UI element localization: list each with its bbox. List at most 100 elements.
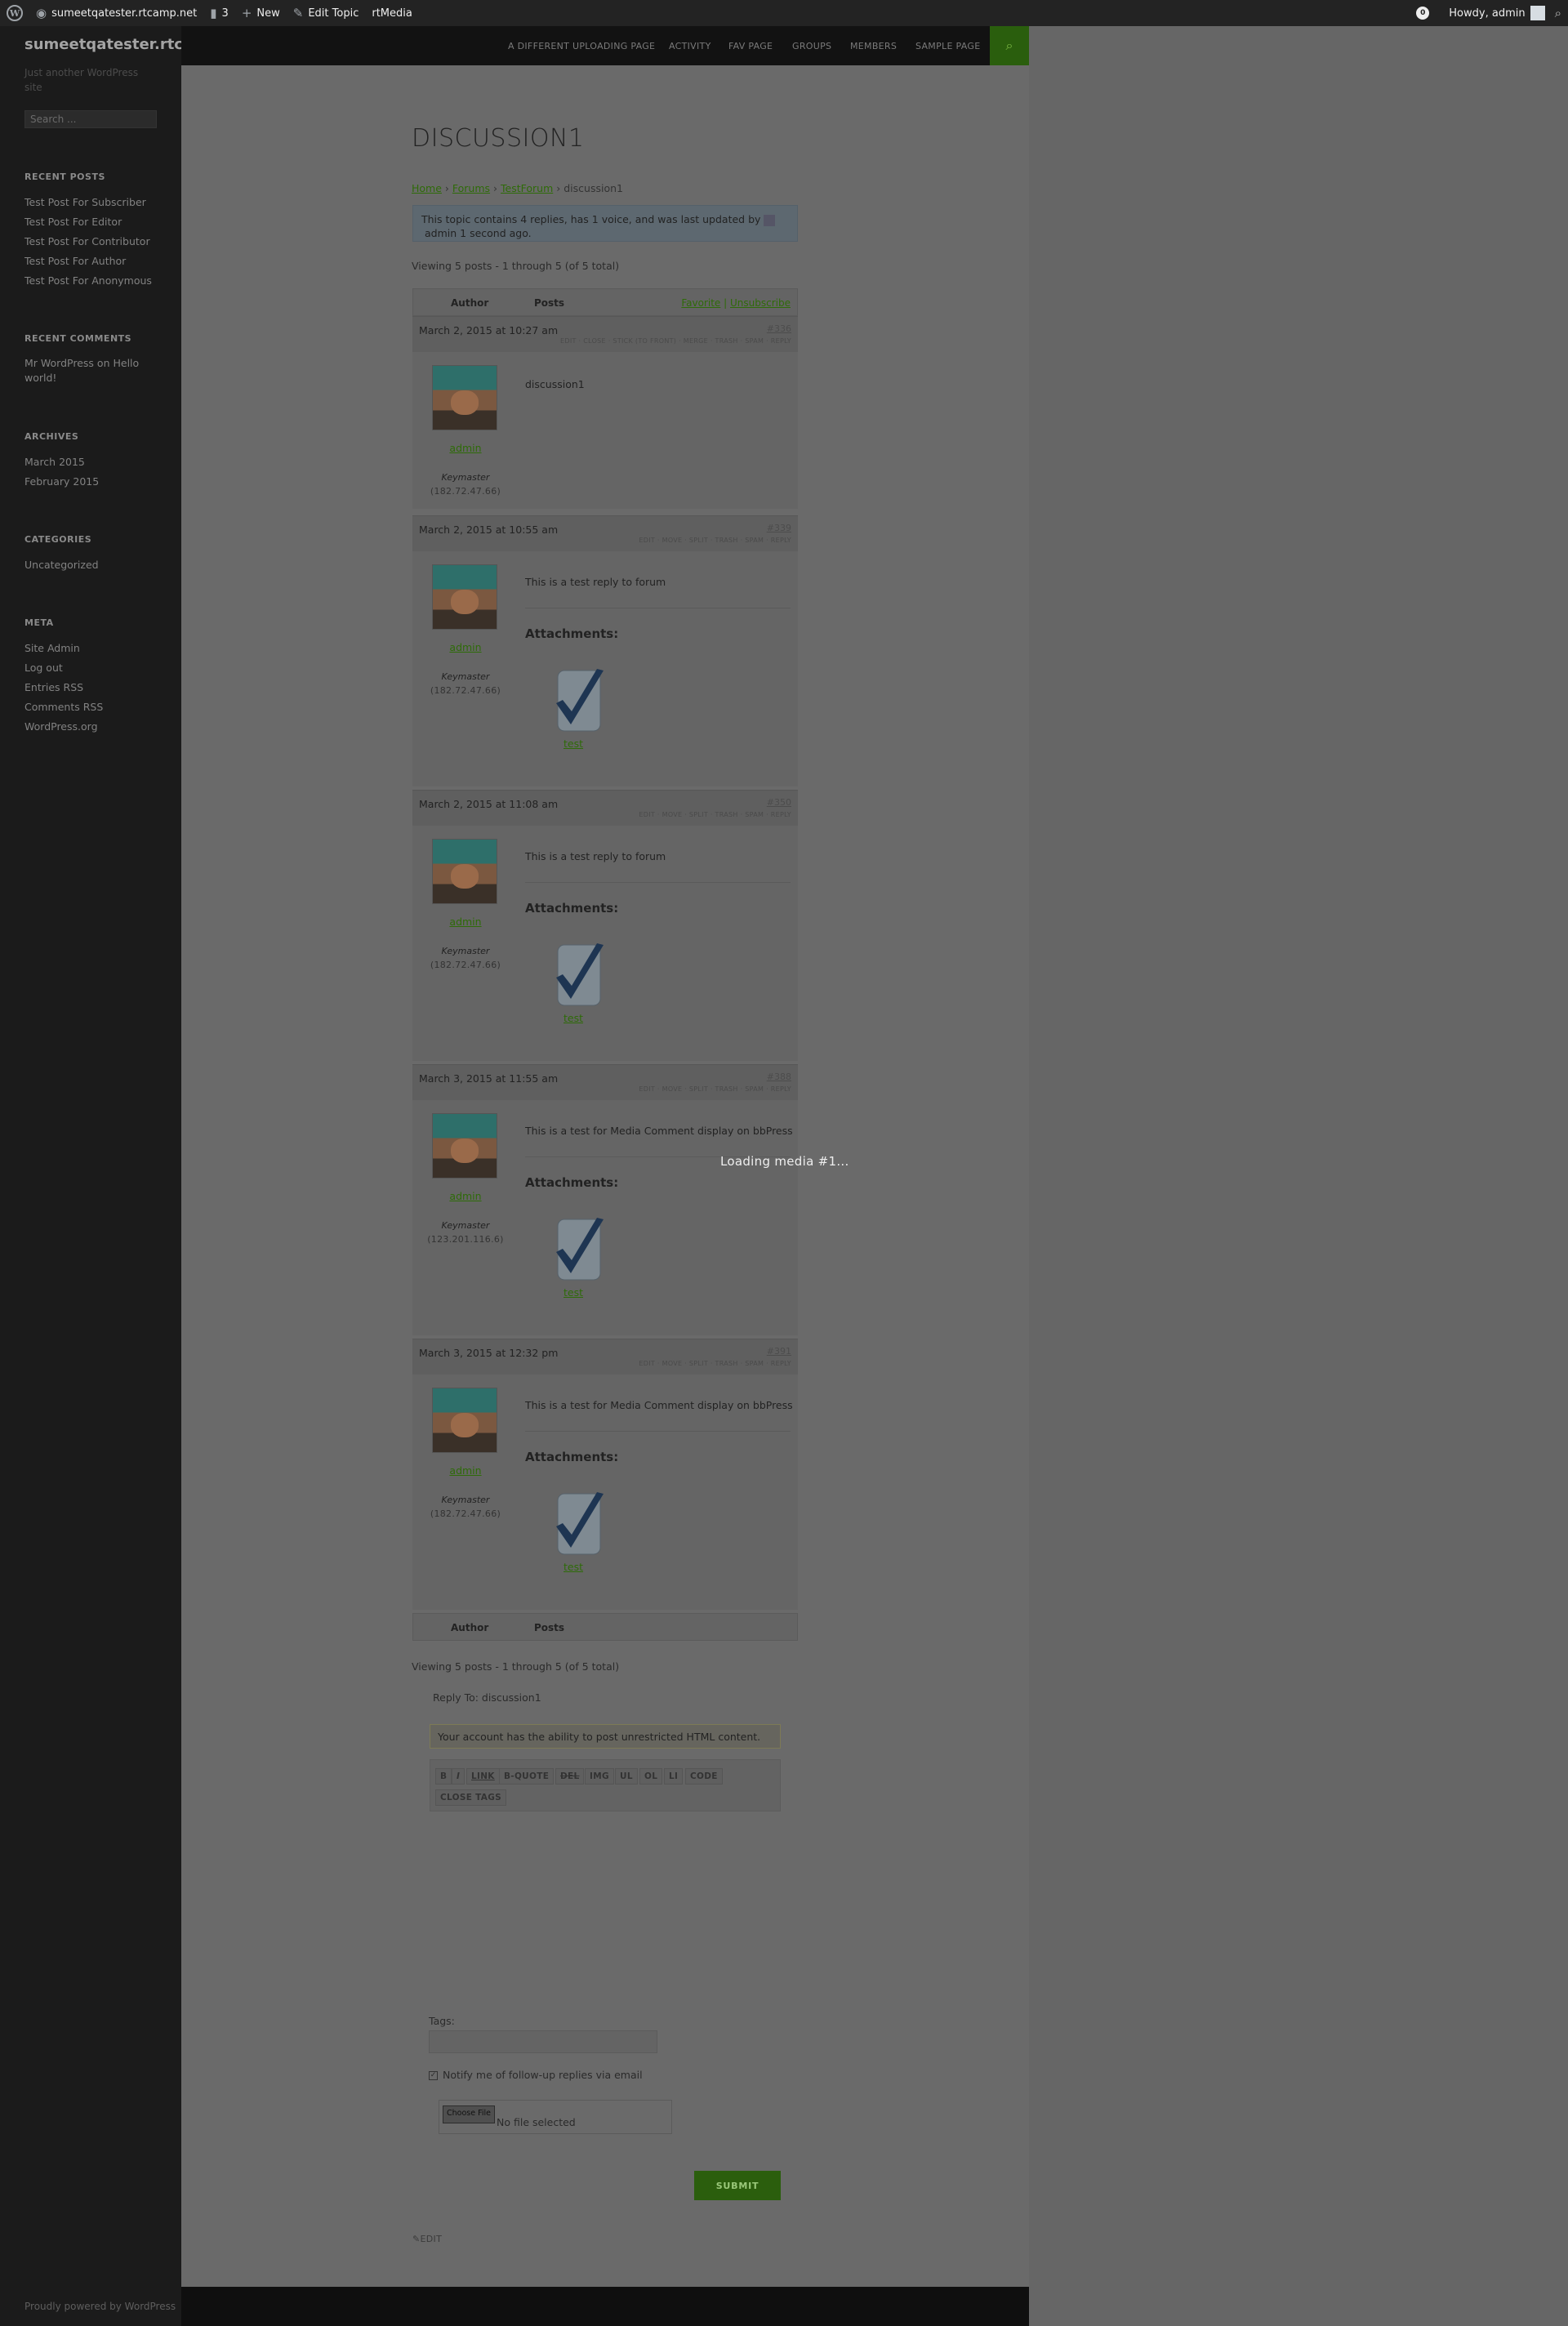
category-link[interactable]: Uncategorized — [24, 559, 99, 571]
quicktag-del-button[interactable]: DEL — [555, 1768, 585, 1785]
breadcrumb-home[interactable]: Home — [412, 182, 442, 194]
recent-post-link[interactable]: Test Post For Contributor — [24, 235, 150, 247]
reply-content: This is a test reply to forum — [525, 850, 666, 862]
reply-date: March 2, 2015 at 11:08 am — [419, 798, 559, 810]
reply-admin-links[interactable]: EDIT · MOVE · SPLIT · TRASH · SPAM · REP… — [639, 1085, 791, 1093]
reply-permalink[interactable]: #339 — [767, 523, 791, 533]
reply-admin-links[interactable]: EDIT · MOVE · SPLIT · TRASH · SPAM · REP… — [639, 1360, 791, 1367]
nav-item-members[interactable]: MEMBERS — [850, 41, 897, 51]
archive-link[interactable]: March 2015 — [24, 456, 85, 468]
comments-menu[interactable]: ▮ 3 — [203, 0, 235, 26]
author-ip: (182.72.47.66) — [430, 486, 501, 497]
nav-item-groups[interactable]: GROUPS — [792, 41, 831, 51]
quicktag-code-button[interactable]: CODE — [685, 1768, 723, 1785]
notify-option[interactable]: ✓ Notify me of follow-up replies via emai… — [429, 2069, 643, 2081]
attachment-link[interactable]: test — [564, 1286, 583, 1299]
attachment-link[interactable]: test — [564, 1012, 583, 1024]
recent-post-link[interactable]: Test Post For Author — [24, 255, 126, 267]
author-link[interactable]: admin — [412, 641, 519, 653]
attachment-link[interactable]: test — [564, 1561, 583, 1573]
author-link[interactable]: admin — [412, 1190, 519, 1202]
reply-admin-links[interactable]: EDIT · MOVE · SPLIT · TRASH · SPAM · REP… — [639, 811, 791, 818]
meta-link[interactable]: Log out — [24, 662, 63, 674]
comment-author-link[interactable]: Mr WordPress — [24, 357, 94, 369]
notify-checkbox[interactable]: ✓ — [429, 2071, 438, 2080]
notice-text: This topic contains 4 replies, has 1 voi… — [421, 213, 761, 225]
archive-link[interactable]: February 2015 — [24, 475, 99, 488]
rtmedia-menu[interactable]: rtMedia — [365, 0, 419, 26]
avatar[interactable] — [432, 365, 497, 430]
meta-title: META — [24, 617, 54, 628]
breadcrumb-forums[interactable]: Forums — [452, 182, 490, 194]
nav-item-sample-page[interactable]: SAMPLE PAGE — [915, 41, 980, 51]
avatar[interactable] — [432, 564, 497, 630]
quicktag-link-button[interactable]: LINK — [466, 1768, 500, 1785]
notifications-menu[interactable]: 0 — [1410, 0, 1442, 26]
quicktag-ol-button[interactable]: OL — [639, 1768, 663, 1785]
edit-page-link[interactable]: ✎EDIT — [412, 2234, 442, 2244]
categories-title: CATEGORIES — [24, 534, 92, 545]
breadcrumb-separator: › — [556, 182, 561, 194]
author-role: Keymaster — [441, 472, 490, 483]
my-account-menu[interactable]: Howdy, admin — [1442, 0, 1548, 26]
attachment-check-icon[interactable] — [550, 1214, 608, 1285]
attachment-check-icon[interactable] — [550, 666, 608, 736]
avatar[interactable] — [432, 839, 497, 904]
choose-file-button[interactable]: Choose File — [443, 2105, 495, 2123]
nav-item-activity[interactable]: ACTIVITY — [669, 41, 711, 51]
quicktag-close-tags-button[interactable]: CLOSE TAGS — [435, 1789, 506, 1806]
avatar[interactable] — [432, 1388, 497, 1453]
reply-permalink[interactable]: #388 — [767, 1072, 791, 1082]
attachment-link[interactable]: test — [564, 737, 583, 750]
new-content-menu[interactable]: + New — [235, 0, 287, 26]
favorite-link[interactable]: Favorite — [681, 297, 720, 309]
edit-topic-link[interactable]: ✎ Edit Topic — [287, 0, 366, 26]
nav-item-fav-page[interactable]: FAV PAGE — [728, 41, 773, 51]
search-input[interactable]: Search ... — [24, 110, 157, 128]
quicktag-li-button[interactable]: LI — [664, 1768, 684, 1785]
quicktag-bold-button[interactable]: B — [435, 1768, 452, 1785]
recent-post-link[interactable]: Test Post For Anonymous — [24, 274, 152, 287]
wp-logo-menu[interactable]: W — [0, 0, 29, 26]
author-link[interactable]: admin — [412, 916, 519, 928]
recent-comment-item: Mr WordPress on Hello world! — [24, 356, 163, 385]
meta-link[interactable]: WordPress.org — [24, 720, 98, 733]
quicktag-bquote-button[interactable]: B-QUOTE — [499, 1768, 555, 1785]
footer-credit[interactable]: Proudly powered by WordPress — [24, 2301, 176, 2312]
recent-post-link[interactable]: Test Post For Editor — [24, 216, 122, 228]
reply-permalink[interactable]: #350 — [767, 797, 791, 808]
attachment-check-icon[interactable] — [550, 1489, 608, 1559]
nav-search-toggle[interactable]: ⌕ — [990, 26, 1029, 65]
attachment-check-icon[interactable] — [550, 940, 608, 1010]
site-footer — [181, 2287, 1029, 2326]
quicktag-italic-button[interactable]: I — [452, 1768, 466, 1785]
reply-content: This is a test for Media Comment display… — [525, 1399, 793, 1411]
nav-item-uploading-page[interactable]: A DIFFERENT UPLOADING PAGE — [508, 41, 655, 51]
column-posts: Posts — [534, 1622, 565, 1633]
recent-posts-title: RECENT POSTS — [24, 172, 105, 182]
avatar[interactable] — [432, 1113, 497, 1179]
reply-admin-links[interactable]: EDIT · MOVE · SPLIT · TRASH · SPAM · REP… — [639, 537, 791, 544]
meta-link[interactable]: Comments RSS — [24, 701, 103, 713]
page-title: DISCUSSION1 — [412, 124, 585, 153]
submit-button[interactable]: SUBMIT — [694, 2171, 781, 2200]
author-link[interactable]: admin — [412, 442, 519, 454]
reply-permalink[interactable]: #391 — [767, 1346, 791, 1357]
author-link[interactable]: admin — [412, 1464, 519, 1477]
recent-post-link[interactable]: Test Post For Subscriber — [24, 196, 146, 208]
unsubscribe-link[interactable]: Unsubscribe — [730, 297, 791, 309]
quicktag-ul-button[interactable]: UL — [615, 1768, 638, 1785]
admin-bar-search[interactable]: ⌕ — [1548, 0, 1568, 26]
tags-input[interactable] — [429, 2030, 657, 2053]
primary-nav: A DIFFERENT UPLOADING PAGE ACTIVITY FAV … — [181, 26, 1029, 65]
meta-link[interactable]: Site Admin — [24, 642, 80, 654]
site-description: Just another WordPress site — [24, 67, 139, 93]
meta-link[interactable]: Entries RSS — [24, 681, 83, 693]
reply-admin-links[interactable]: EDIT · CLOSE · STICK (TO FRONT) · MERGE … — [560, 337, 791, 345]
breadcrumb-testforum[interactable]: TestForum — [501, 182, 553, 194]
topic-info-notice: This topic contains 4 replies, has 1 voi… — [412, 205, 798, 242]
column-posts: Posts — [534, 297, 565, 309]
reply-permalink[interactable]: #336 — [767, 323, 791, 334]
quicktag-img-button[interactable]: IMG — [585, 1768, 614, 1785]
site-name-menu[interactable]: ◉ sumeetqatester.rtcamp.net — [29, 0, 203, 26]
